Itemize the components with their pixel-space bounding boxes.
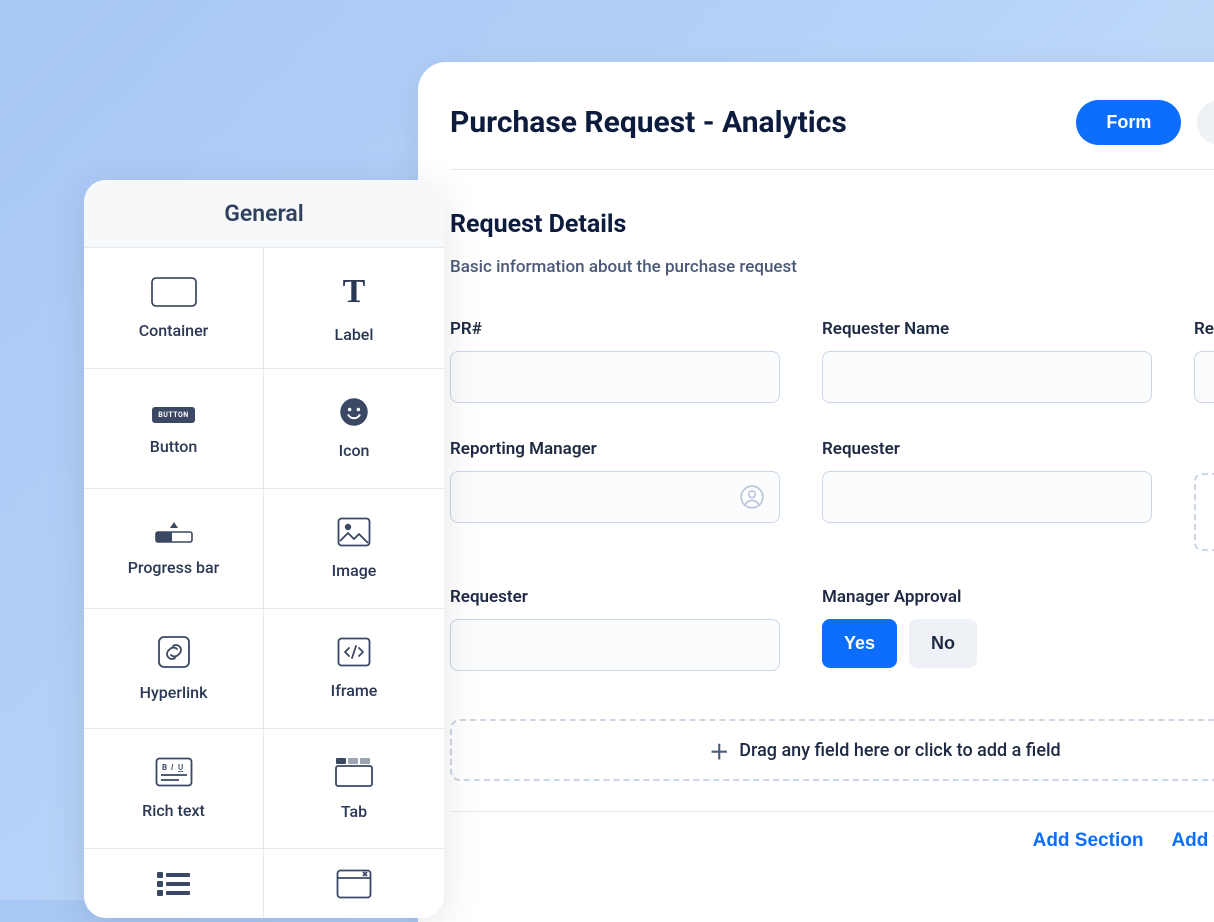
progressbar-icon bbox=[154, 520, 194, 544]
add-table-button[interactable]: Add table bbox=[1171, 830, 1214, 852]
section-description: Basic information about the purchase req… bbox=[450, 257, 1214, 277]
approval-no-button[interactable]: No bbox=[909, 619, 977, 668]
approval-toggle: Yes No bbox=[822, 619, 1152, 668]
input-requester-name[interactable] bbox=[822, 351, 1152, 403]
approval-yes-button[interactable]: Yes bbox=[822, 619, 897, 668]
code-icon bbox=[337, 637, 371, 667]
palette-label: Hyperlink bbox=[140, 683, 208, 702]
dashed-placeholder[interactable] bbox=[1194, 473, 1214, 551]
plus-icon: ＋ bbox=[709, 736, 729, 765]
input-pr-number[interactable] bbox=[450, 351, 780, 403]
palette-item-label[interactable]: T Label bbox=[264, 248, 444, 368]
field-requester-3: Requester bbox=[450, 587, 780, 671]
form-builder-panel: Purchase Request - Analytics Form Workfl… bbox=[418, 62, 1214, 922]
palette-label: Container bbox=[139, 321, 209, 340]
palette-item-progressbar[interactable]: Progress bar bbox=[84, 488, 264, 608]
svg-text:U: U bbox=[178, 763, 183, 772]
input-requester-2[interactable] bbox=[822, 471, 1152, 523]
palette-label: Label bbox=[335, 325, 374, 344]
label-re-trunc: Re bbox=[1194, 319, 1214, 339]
palette-item-image[interactable]: Image bbox=[264, 488, 444, 608]
label-requester-3: Requester bbox=[450, 587, 780, 607]
palette-item-richtext[interactable]: BIU Rich text bbox=[84, 728, 264, 848]
field-truncated-re: Re bbox=[1194, 319, 1214, 403]
field-manager-approval: Manager Approval Yes No bbox=[822, 587, 1152, 671]
input-re-trunc[interactable] bbox=[1194, 351, 1214, 403]
palette-item-tab[interactable]: Tab bbox=[264, 728, 444, 848]
palette-item-container[interactable]: Container bbox=[84, 248, 264, 368]
palette-item-button[interactable]: BUTTON Button bbox=[84, 368, 264, 488]
input-requester-3[interactable] bbox=[450, 619, 780, 671]
palette-item-icon[interactable]: Icon bbox=[264, 368, 444, 488]
field-grid: PR# Requester Name Re Reporting Manager … bbox=[450, 319, 1214, 671]
label-pr-number: PR# bbox=[450, 319, 780, 339]
label-requester-name: Requester Name bbox=[822, 319, 1152, 339]
tab-workflow[interactable]: Workflow bbox=[1197, 100, 1214, 145]
palette-item-partial-right[interactable] bbox=[264, 848, 444, 918]
field-reporting-manager: Reporting Manager bbox=[450, 439, 780, 551]
form-header: Purchase Request - Analytics Form Workfl… bbox=[450, 100, 1214, 170]
palette-label: Tab bbox=[341, 802, 367, 821]
palette-label: Icon bbox=[339, 441, 370, 460]
text-icon: T bbox=[343, 273, 366, 311]
palette-label: Progress bar bbox=[128, 558, 220, 577]
label-manager-approval: Manager Approval bbox=[822, 587, 1152, 607]
list-icon bbox=[157, 870, 191, 898]
component-palette: General Container T Label BUTTON Button … bbox=[84, 180, 444, 918]
link-icon bbox=[157, 635, 191, 669]
field-requester-name: Requester Name bbox=[822, 319, 1152, 403]
form-footer-actions: Add Section Add table bbox=[450, 811, 1214, 852]
palette-item-hyperlink[interactable]: Hyperlink bbox=[84, 608, 264, 728]
page-title: Purchase Request - Analytics bbox=[450, 105, 847, 140]
view-switcher: Form Workflow bbox=[1076, 100, 1214, 145]
user-icon bbox=[739, 484, 765, 510]
palette-label: Rich text bbox=[142, 801, 205, 820]
smiley-icon bbox=[339, 397, 369, 427]
field-requester-2: Requester bbox=[822, 439, 1152, 551]
container-icon bbox=[151, 277, 197, 307]
section-heading: Request Details bbox=[450, 210, 1214, 239]
tab-form[interactable]: Form bbox=[1076, 100, 1181, 145]
window-icon bbox=[336, 869, 372, 899]
palette-label: Iframe bbox=[331, 681, 378, 700]
dropzone-text: Drag any field here or click to add a fi… bbox=[739, 740, 1060, 761]
field-pr-number: PR# bbox=[450, 319, 780, 403]
field-placeholder-dashed bbox=[1194, 439, 1214, 551]
palette-item-iframe[interactable]: Iframe bbox=[264, 608, 444, 728]
svg-text:B: B bbox=[162, 763, 167, 772]
palette-item-partial-left[interactable] bbox=[84, 848, 264, 918]
richtext-icon: BIU bbox=[155, 757, 193, 787]
svg-text:I: I bbox=[171, 763, 174, 772]
tab-icon bbox=[334, 756, 374, 788]
button-icon: BUTTON bbox=[152, 402, 194, 423]
palette-label: Button bbox=[150, 437, 197, 456]
image-icon bbox=[337, 517, 371, 547]
field-dropzone[interactable]: ＋ Drag any field here or click to add a … bbox=[450, 719, 1214, 781]
label-requester-2: Requester bbox=[822, 439, 1152, 459]
palette-label: Image bbox=[332, 561, 377, 580]
label-reporting-manager: Reporting Manager bbox=[450, 439, 780, 459]
input-reporting-manager[interactable] bbox=[450, 471, 780, 523]
palette-heading: General bbox=[84, 180, 444, 248]
add-section-button[interactable]: Add Section bbox=[1033, 830, 1144, 852]
